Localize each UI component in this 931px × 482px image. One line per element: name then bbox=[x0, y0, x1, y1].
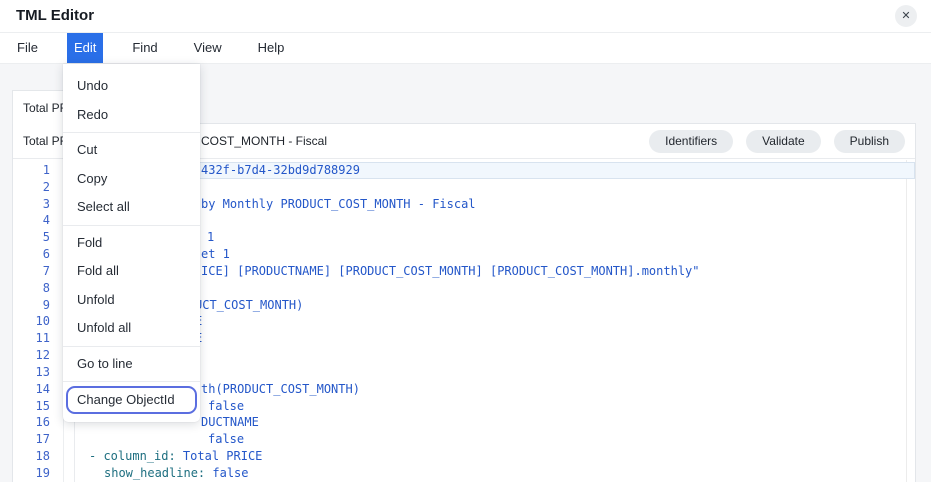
line-number: 8 bbox=[13, 280, 63, 297]
code-line: 17 false bbox=[13, 431, 915, 448]
line-number: 12 bbox=[13, 347, 63, 364]
menu-item-select-all[interactable]: Select all bbox=[63, 193, 200, 222]
menu-item-cut[interactable]: Cut bbox=[63, 136, 200, 165]
edit-menu-dropdown: UndoRedoCutCopySelect allFoldFold allUnf… bbox=[63, 64, 200, 422]
menu-item-fold-all[interactable]: Fold all bbox=[63, 257, 200, 286]
menu-group: CutCopySelect all bbox=[63, 132, 200, 225]
line-number: 7 bbox=[13, 263, 63, 280]
line-number: 9 bbox=[13, 297, 63, 314]
code-token: false bbox=[208, 399, 244, 413]
document-title-fragment-right: COST_MONTH - Fiscal bbox=[201, 134, 327, 148]
code-token: DUCTNAME bbox=[201, 415, 259, 429]
line-number: 14 bbox=[13, 381, 63, 398]
code-line-content[interactable]: show_headline: false bbox=[63, 465, 915, 482]
menu-item-change-objectid[interactable]: Change ObjectId bbox=[66, 386, 197, 414]
identifiers-button[interactable]: Identifiers bbox=[649, 130, 733, 153]
line-number: 15 bbox=[13, 398, 63, 415]
code-token: false bbox=[205, 466, 248, 480]
line-number: 4 bbox=[13, 212, 63, 229]
menu-item-undo[interactable]: Undo bbox=[63, 72, 200, 101]
line-number: 18 bbox=[13, 448, 63, 465]
code-line-content[interactable]: - column_id: Total PRICE bbox=[63, 448, 915, 465]
code-line: 18- column_id: Total PRICE bbox=[13, 448, 915, 465]
menu-item-unfold-all[interactable]: Unfold all bbox=[63, 314, 200, 343]
code-token: 1 bbox=[207, 230, 214, 244]
code-token: ICE] [PRODUCTNAME] [PRODUCT_COST_MONTH] … bbox=[201, 264, 700, 278]
menu-item-unfold[interactable]: Unfold bbox=[63, 286, 200, 315]
menu-item-fold[interactable]: Fold bbox=[63, 229, 200, 258]
line-number: 2 bbox=[13, 179, 63, 196]
line-number: 16 bbox=[13, 414, 63, 431]
menu-help[interactable]: Help bbox=[251, 33, 292, 63]
line-number: 3 bbox=[13, 196, 63, 213]
menu-group: Change ObjectId bbox=[63, 381, 200, 418]
code-line-content[interactable]: false bbox=[63, 431, 915, 448]
menu-edit[interactable]: Edit bbox=[67, 33, 103, 63]
code-token: Total PRICE bbox=[176, 449, 263, 463]
publish-button[interactable]: Publish bbox=[834, 130, 905, 153]
menu-bar: File Edit Find View Help bbox=[0, 33, 931, 64]
code-token: UCT_COST_MONTH) bbox=[195, 298, 303, 312]
validate-button[interactable]: Validate bbox=[746, 130, 820, 153]
line-number: 13 bbox=[13, 364, 63, 381]
code-token: show_headline: bbox=[104, 466, 205, 480]
code-token: - column_id: bbox=[89, 449, 176, 463]
line-number: 17 bbox=[13, 431, 63, 448]
menu-item-go-to-line[interactable]: Go to line bbox=[63, 350, 200, 379]
code-token: by Monthly PRODUCT_COST_MONTH - Fiscal bbox=[201, 197, 476, 211]
menu-find[interactable]: Find bbox=[125, 33, 164, 63]
line-number: 5 bbox=[13, 229, 63, 246]
window-title: TML Editor bbox=[16, 0, 94, 32]
line-number: 6 bbox=[13, 246, 63, 263]
title-bar: TML Editor ✕ bbox=[0, 0, 931, 33]
menu-group: UndoRedo bbox=[63, 69, 200, 132]
close-button[interactable]: ✕ bbox=[895, 5, 917, 27]
line-number: 19 bbox=[13, 465, 63, 482]
close-icon: ✕ bbox=[901, 10, 910, 22]
line-number: 10 bbox=[13, 313, 63, 330]
menu-file[interactable]: File bbox=[10, 33, 45, 63]
code-line: 19show_headline: false bbox=[13, 465, 915, 482]
menu-group: FoldFold allUnfoldUnfold all bbox=[63, 225, 200, 346]
menu-item-redo[interactable]: Redo bbox=[63, 101, 200, 130]
menu-group: Go to line bbox=[63, 346, 200, 382]
code-token: 432f-b7d4-32bd9d788929 bbox=[201, 163, 360, 177]
code-token: false bbox=[208, 432, 244, 446]
tml-editor-window: TML Editor ✕ File Edit Find View Help Total … bbox=[0, 0, 931, 482]
code-token: th(PRODUCT_COST_MONTH) bbox=[201, 382, 360, 396]
menu-view[interactable]: View bbox=[187, 33, 229, 63]
code-token: et 1 bbox=[201, 247, 230, 261]
line-number: 1 bbox=[13, 162, 63, 179]
line-number: 11 bbox=[13, 330, 63, 347]
menu-item-copy[interactable]: Copy bbox=[63, 165, 200, 194]
header-actions: Identifiers Validate Publish bbox=[649, 130, 905, 153]
